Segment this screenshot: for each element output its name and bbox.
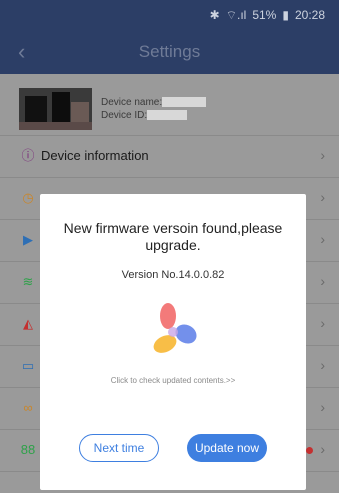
device-summary[interactable]: Device name: Device ID: xyxy=(0,74,339,136)
clock-time: 20:28 xyxy=(294,8,325,22)
battery-level: 51% xyxy=(252,8,277,22)
menu-item-device-information[interactable]: ⓘ Device information › xyxy=(0,136,339,178)
device-thumbnail xyxy=(19,88,92,130)
chevron-right-icon: › xyxy=(320,315,325,331)
clock-icon: ◷ xyxy=(22,190,34,205)
bluetooth-icon: ✱ xyxy=(209,8,220,22)
menu-item-label: Device information xyxy=(41,148,149,163)
app-logo-icon xyxy=(153,303,197,353)
device-name-label: Device name: xyxy=(101,97,163,108)
device-details: Device name: Device ID: xyxy=(101,96,207,122)
chevron-right-icon: › xyxy=(320,399,325,415)
firmware-update-dialog: New firmware versoin found,please upgrad… xyxy=(40,194,306,490)
chevron-right-icon: › xyxy=(320,231,325,247)
chevron-right-icon: › xyxy=(320,147,325,163)
info-icon: ⓘ xyxy=(21,148,35,163)
firmware-version: Version No.14.0.0.82 xyxy=(121,269,225,281)
view-changelog-link[interactable]: Click to check updated contents.>> xyxy=(40,376,306,385)
battery-icon: ▮ xyxy=(282,8,289,22)
chevron-right-icon: › xyxy=(320,357,325,373)
wifi-icon: ≋ xyxy=(22,274,34,289)
chevron-right-icon: › xyxy=(320,189,325,205)
back-arrow-icon[interactable]: ‹ xyxy=(18,39,25,65)
dialog-title: New firmware versoin found,please upgrad… xyxy=(63,220,283,253)
device-id-redacted xyxy=(147,110,188,121)
link-icon: ∞ xyxy=(23,400,33,415)
signal-icon: ⌔.ıl xyxy=(225,7,247,22)
device-name-redacted xyxy=(162,97,207,108)
chevron-right-icon: › xyxy=(320,273,325,289)
title-bar: ‹ Settings xyxy=(0,30,339,74)
device-id-label: Device ID: xyxy=(101,110,148,121)
update-dot-badge xyxy=(306,447,313,454)
chevron-right-icon: › xyxy=(320,441,325,457)
page-title: Settings xyxy=(138,42,201,61)
status-bar: ✱ ⌔.ıl 51% ▮ 20:28 xyxy=(0,0,339,30)
alarm-icon: ◭ xyxy=(23,316,33,331)
update-now-button[interactable]: Update now xyxy=(187,434,267,462)
play-icon: ▶ xyxy=(23,232,33,247)
grid-icon: 88 xyxy=(20,442,36,457)
camera-icon: ▭ xyxy=(21,358,35,373)
next-time-button[interactable]: Next time xyxy=(79,434,159,462)
